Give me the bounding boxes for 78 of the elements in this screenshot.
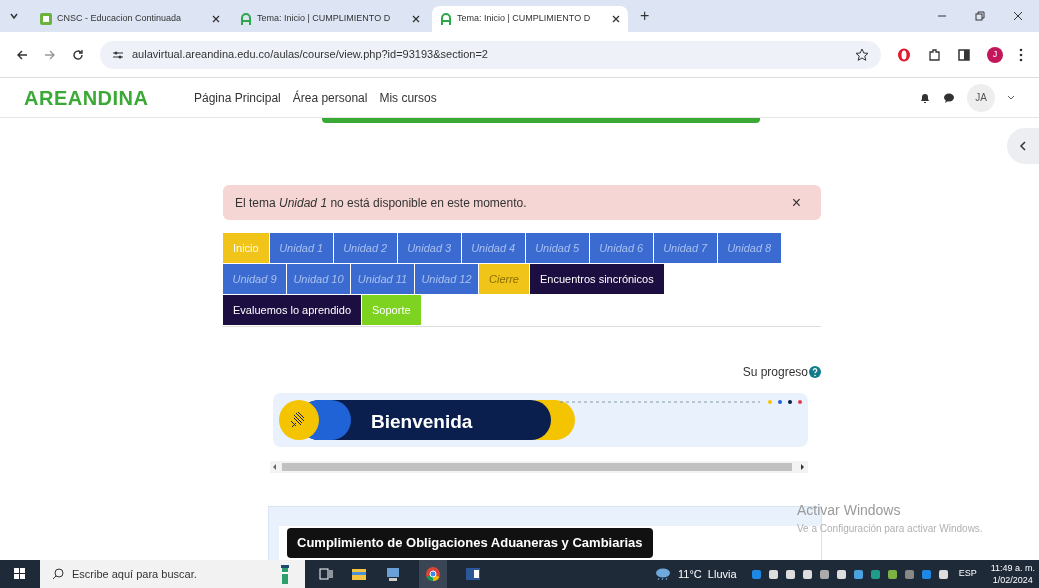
extensions-icon[interactable]	[927, 47, 941, 62]
side-panel-icon[interactable]	[957, 47, 971, 62]
browser-tab[interactable]: Tema: Inicio | CUMPLIMIENTO D	[432, 6, 628, 32]
cloud-rain-icon	[654, 567, 672, 581]
section-tab: Unidad 8	[717, 233, 781, 263]
section-tab: Unidad 7	[653, 233, 717, 263]
document-app-icon[interactable]	[465, 567, 481, 581]
drawer-toggle[interactable]	[1007, 128, 1039, 164]
chat-icon[interactable]	[943, 91, 955, 104]
forward-icon[interactable]	[44, 48, 56, 61]
chevron-icon	[1019, 141, 1027, 151]
activation-title: Activar Windows	[797, 501, 902, 520]
language-indicator[interactable]: ESP	[958, 567, 977, 581]
site-icon	[440, 13, 452, 25]
section-tab: Unidad 5	[525, 233, 589, 263]
nav-link[interactable]: Mis cursos	[379, 88, 437, 107]
network-computer-icon[interactable]	[385, 566, 401, 582]
section-tab: Unidad 9	[223, 264, 286, 294]
new-tab-button[interactable]: +	[632, 4, 658, 28]
close-button[interactable]: ×	[791, 190, 801, 215]
close-icon[interactable]	[212, 15, 220, 23]
task-view-icon[interactable]	[319, 567, 333, 581]
bell-icon[interactable]	[919, 91, 931, 104]
hands-icon	[279, 400, 319, 440]
section-tab: Unidad 10	[287, 264, 350, 294]
site-icon	[40, 13, 52, 25]
close-icon[interactable]	[412, 15, 420, 23]
user-avatar[interactable]: JA	[967, 83, 995, 112]
tab-title: CNSC - Educacion Continuada	[57, 12, 183, 26]
clock-date[interactable]: 1/02/2024	[992, 574, 1033, 586]
section-tab[interactable]: Encuentros sincrónicos	[529, 264, 664, 294]
alert-message: El tema Unidad 1 no está disponible en este momento.	[235, 194, 528, 212]
section-tab: Unidad 1	[269, 233, 333, 263]
tab-title: Tema: Inicio | CUMPLIMIENTO D	[457, 12, 592, 26]
section-tab: Unidad 2	[333, 233, 397, 263]
menu-icon[interactable]	[1019, 47, 1023, 62]
close-icon[interactable]	[612, 15, 620, 23]
nav-link[interactable]: Área personal	[292, 88, 368, 107]
volume-icon[interactable]	[937, 568, 949, 580]
star-icon[interactable]	[855, 47, 869, 62]
close-icon[interactable]	[1013, 11, 1023, 21]
site-settings-icon	[112, 49, 124, 60]
banner-title: Bienvenida	[371, 410, 473, 434]
wifi-icon[interactable]	[835, 568, 847, 580]
horizontal-scrollbar[interactable]	[270, 461, 808, 473]
restore-icon[interactable]	[975, 11, 985, 21]
activation-text: Ve a Configuración para activar Windows.	[797, 522, 983, 536]
help-icon[interactable]	[809, 366, 821, 378]
section-tab: Unidad 11	[351, 264, 414, 294]
section-tab: Cierre	[479, 264, 529, 294]
weather-text: 11°C Lluvia	[678, 566, 737, 582]
browser-tab[interactable]: CNSC - Educacion Continuada	[32, 6, 228, 32]
folder-icon[interactable]	[351, 567, 367, 581]
tab-title: Tema: Inicio | CUMPLIMIENTO D	[257, 12, 392, 26]
url-text: aulavirtual.areandina.edu.co/aulas/course/view.php?id=93193&section=2	[132, 47, 488, 63]
search-placeholder: Escribe aquí para buscar.	[72, 566, 197, 582]
course-title: Cumplimiento de Obligaciones Aduaneras y Cambiarias	[287, 528, 653, 558]
section-tab: Unidad 6	[589, 233, 653, 263]
profile-avatar[interactable]: J	[987, 46, 1003, 63]
browser-tab[interactable]: Tema: Inicio | CUMPLIMIENTO D	[232, 6, 428, 32]
section-tab: Unidad 4	[461, 233, 525, 263]
section-tab: Unidad 12	[415, 264, 478, 294]
section-tab: Unidad 3	[397, 233, 461, 263]
start-icon[interactable]	[14, 568, 26, 580]
back-icon[interactable]	[16, 48, 28, 61]
browser-icon[interactable]	[419, 560, 447, 588]
site-icon	[240, 13, 252, 25]
clock-time[interactable]: 11:49 a. m.	[990, 562, 1035, 574]
section-tab[interactable]: Evaluemos lo aprendido	[223, 295, 362, 325]
nav-link[interactable]: Página Principal	[194, 88, 281, 107]
progress-label: Su progreso	[742, 364, 808, 381]
caret-icon[interactable]	[1007, 94, 1015, 101]
search-icon	[52, 568, 64, 580]
opera-icon[interactable]	[897, 47, 911, 62]
address-bar[interactable]: aulavirtual.areandina.edu.co/aulas/course/view.php?id=93193&section=2	[100, 40, 881, 69]
reload-icon[interactable]	[72, 48, 84, 61]
bluetooth-icon[interactable]	[750, 568, 762, 580]
taskbar-search-field[interactable]: Escribe aquí para buscar.	[40, 560, 305, 588]
